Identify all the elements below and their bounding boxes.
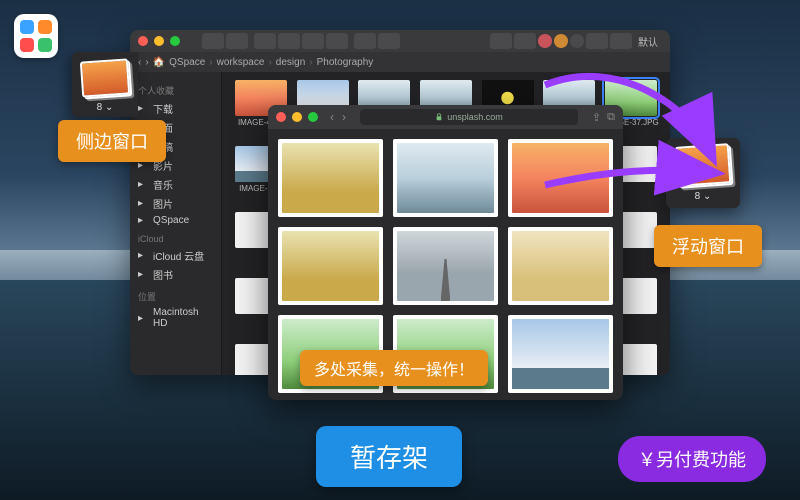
- sidebar-item-label: iCloud 云盘: [153, 248, 204, 263]
- toolbar-button[interactable]: [610, 33, 632, 49]
- gallery-cell[interactable]: [278, 139, 383, 217]
- sidebar-item-label: 下载: [153, 101, 173, 116]
- sidebar-item[interactable]: ▸ Macintosh HD: [136, 305, 215, 331]
- address-text: unsplash.com: [447, 112, 503, 122]
- disk-icon: ▸: [138, 313, 149, 324]
- gallery-cell[interactable]: [508, 227, 613, 305]
- crumb[interactable]: design: [276, 57, 305, 68]
- crumb[interactable]: workspace: [217, 57, 265, 68]
- gallery-cell[interactable]: [393, 227, 498, 305]
- nav-back-icon[interactable]: ‹: [138, 57, 141, 68]
- view-mode-buttons[interactable]: [254, 33, 348, 49]
- download-icon: ▸: [138, 103, 149, 114]
- nav-back-forward[interactable]: [202, 33, 248, 49]
- sidebar-item[interactable]: ▸ 图片: [136, 194, 215, 213]
- toolbar-profile-label[interactable]: 默认: [634, 34, 662, 49]
- nav-fwd-icon[interactable]: ›: [145, 57, 148, 68]
- close-icon[interactable]: [276, 112, 286, 122]
- sidebar-section-header: iCloud: [138, 234, 215, 244]
- sidebar-item-label: QSpace: [153, 215, 189, 226]
- gallery-image: [512, 231, 609, 301]
- sidebar-section-header: 个人收藏: [138, 84, 215, 97]
- gallery-cell[interactable]: [508, 315, 613, 393]
- book-icon: ▸: [138, 269, 149, 280]
- sidebar-item[interactable]: ▸ QSpace: [136, 213, 215, 228]
- sidebar-section-header: 位置: [138, 290, 215, 303]
- window-titlebar[interactable]: 默认: [130, 30, 670, 52]
- sidebar-item[interactable]: ▸ iCloud 云盘: [136, 246, 215, 265]
- sidebar-item[interactable]: ▸ 图书: [136, 265, 215, 284]
- gallery-image: [397, 143, 494, 213]
- minimize-icon[interactable]: [154, 36, 164, 46]
- toolbar-button[interactable]: [586, 33, 608, 49]
- forward-icon: ›: [342, 110, 346, 124]
- sidebar: 个人收藏▸下载▸桌面▸文稿▸影片▸音乐▸图片▸QSpaceiCloud▸iClo…: [130, 72, 222, 375]
- shelf-title-button: 暂存架: [316, 426, 462, 487]
- side-shelf-panel[interactable]: 8 ⌄: [72, 52, 138, 117]
- toolbar-button[interactable]: [490, 33, 512, 49]
- image-icon: ▸: [138, 198, 149, 209]
- minimize-icon[interactable]: [292, 112, 302, 122]
- shelf-stack-icon: [80, 58, 130, 97]
- paid-feature-badge: ￥另付费功能: [618, 436, 766, 482]
- gallery-image: [282, 143, 379, 213]
- tag-pill[interactable]: [554, 34, 568, 48]
- crumb[interactable]: QSpace: [169, 57, 205, 68]
- callout-collect: 多处采集，统一操作！: [300, 350, 488, 386]
- gallery-cell[interactable]: [393, 139, 498, 217]
- callout-side-window: 侧边窗口: [58, 120, 166, 162]
- app-logo: [14, 14, 58, 58]
- callout-float-window: 浮动窗口: [654, 225, 762, 267]
- folder-icon: ▸: [138, 215, 149, 226]
- breadcrumb[interactable]: ‹ › 🏠 QSpace› workspace› design› Photogr…: [130, 52, 670, 72]
- music-icon: ▸: [138, 179, 149, 190]
- tag-pill[interactable]: [570, 34, 584, 48]
- sidebar-item-label: 图片: [153, 196, 173, 211]
- tag-pill[interactable]: [538, 34, 552, 48]
- lock-icon: [435, 113, 443, 121]
- sidebar-item-label: 音乐: [153, 177, 173, 192]
- gallery-cell[interactable]: [278, 227, 383, 305]
- gallery-image: [512, 319, 609, 389]
- close-icon[interactable]: [138, 36, 148, 46]
- browser-nav[interactable]: ‹›: [330, 110, 346, 124]
- zoom-icon[interactable]: [308, 112, 318, 122]
- sidebar-item-label: Macintosh HD: [153, 307, 213, 329]
- toolbar-button[interactable]: [514, 33, 536, 49]
- back-icon: ‹: [330, 110, 334, 124]
- layout-buttons[interactable]: [354, 33, 400, 49]
- gallery-image: [397, 231, 494, 301]
- shelf-count[interactable]: 8 ⌄: [97, 102, 114, 113]
- cloud-icon: ▸: [138, 250, 149, 261]
- crumb[interactable]: Photography: [317, 57, 374, 68]
- gallery-image: [282, 231, 379, 301]
- arrow-to-float-2: [540, 160, 730, 210]
- sidebar-item[interactable]: ▸ 下载: [136, 99, 215, 118]
- zoom-icon[interactable]: [170, 36, 180, 46]
- sidebar-item-label: 图书: [153, 267, 173, 282]
- sidebar-item[interactable]: ▸ 音乐: [136, 175, 215, 194]
